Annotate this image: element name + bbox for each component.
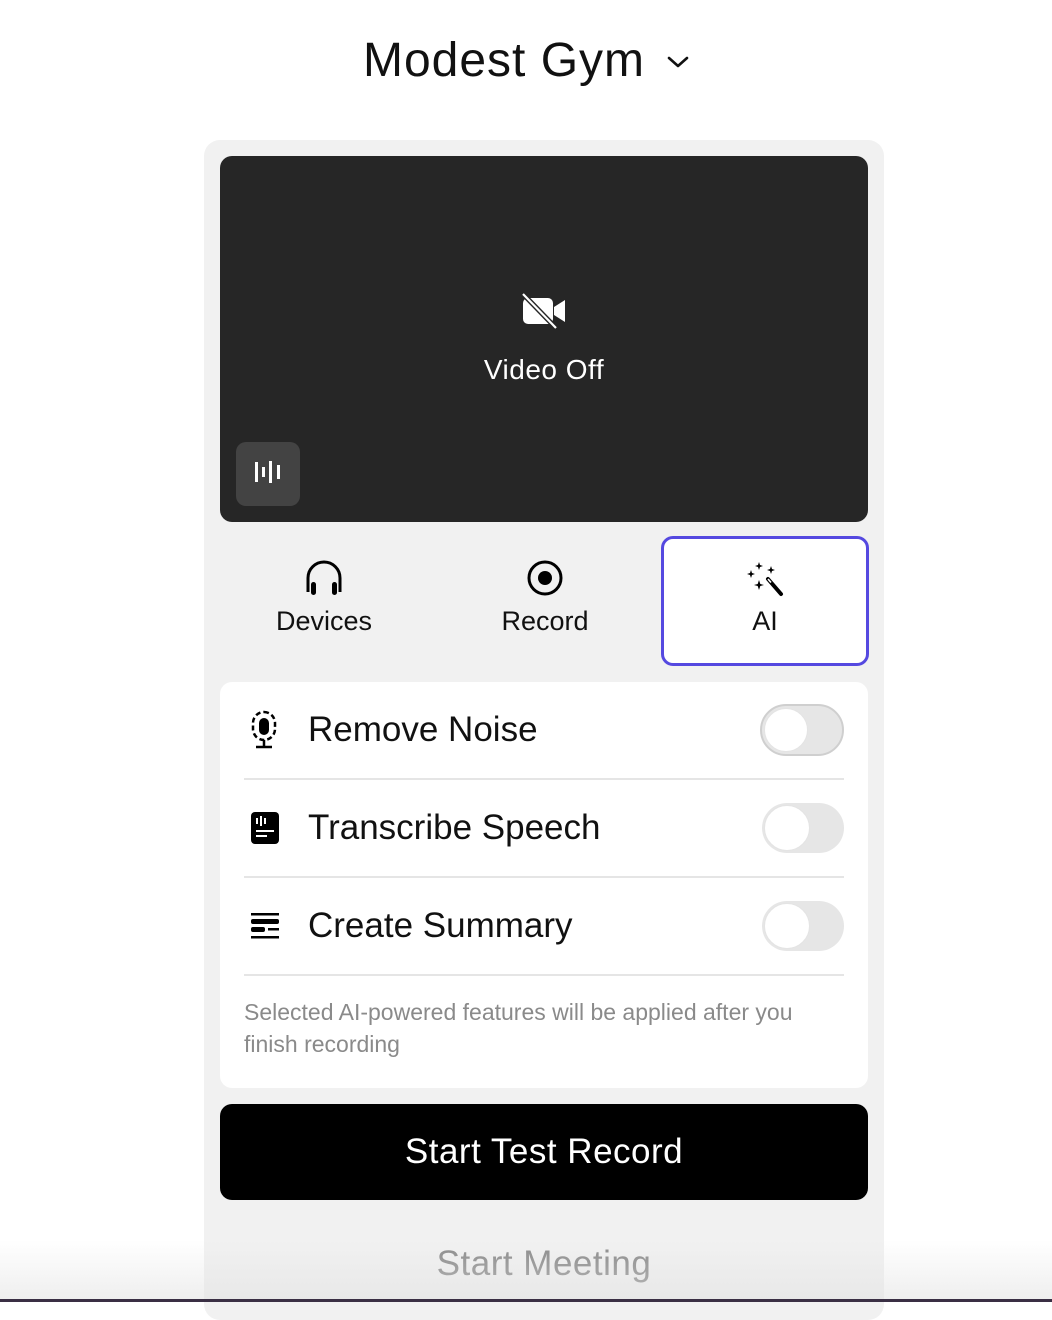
- ai-features-note: Selected AI-powered features will be app…: [244, 999, 793, 1057]
- record-icon: [523, 558, 567, 598]
- headphones-icon: [302, 558, 346, 598]
- remove-noise-label: Remove Noise: [308, 710, 538, 749]
- tab-record-label: Record: [501, 606, 589, 636]
- toggle-knob: [764, 708, 808, 752]
- video-off-label: Video Off: [483, 354, 605, 385]
- ai-feature-create-summary: Create Summary: [244, 878, 844, 976]
- ai-feature-transcribe-speech: Transcribe Speech: [244, 780, 844, 878]
- tab-devices[interactable]: Devices: [220, 536, 428, 666]
- start-meeting-button[interactable]: Start Meeting: [220, 1236, 868, 1292]
- transcribe-speech-toggle[interactable]: [762, 803, 844, 853]
- settings-tabs: Devices Record AI: [220, 536, 872, 668]
- audio-waveform-icon: [253, 460, 283, 489]
- chevron-down-icon[interactable]: [667, 55, 689, 69]
- header: Modest Gym: [0, 28, 1052, 92]
- magic-wand-icon: [743, 558, 787, 598]
- audio-level-button[interactable]: [236, 442, 300, 506]
- page-title[interactable]: Modest Gym: [363, 33, 645, 88]
- meeting-setup-panel: Video Off Devices Record AI Remove Noise…: [204, 140, 884, 1320]
- ai-features-card: Remove Noise Transcribe Speech Create Su…: [220, 682, 868, 1088]
- create-summary-toggle[interactable]: [762, 901, 844, 951]
- transcribe-speech-label: Transcribe Speech: [308, 808, 601, 847]
- summary-icon: [244, 906, 292, 946]
- remove-noise-toggle[interactable]: [760, 704, 844, 756]
- transcript-icon: [244, 808, 292, 848]
- create-summary-label: Create Summary: [308, 906, 573, 945]
- tab-record[interactable]: Record: [441, 536, 649, 666]
- microphone-noise-icon: [244, 710, 292, 750]
- video-off-icon: [521, 292, 567, 330]
- ai-feature-remove-noise: Remove Noise: [244, 682, 844, 780]
- tab-ai[interactable]: AI: [661, 536, 869, 666]
- toggle-knob: [764, 903, 810, 949]
- video-preview: Video Off: [220, 156, 868, 522]
- tab-ai-label: AI: [752, 606, 778, 636]
- toggle-knob: [764, 805, 810, 851]
- start-test-record-button[interactable]: Start Test Record: [220, 1104, 868, 1200]
- tab-devices-label: Devices: [275, 606, 373, 636]
